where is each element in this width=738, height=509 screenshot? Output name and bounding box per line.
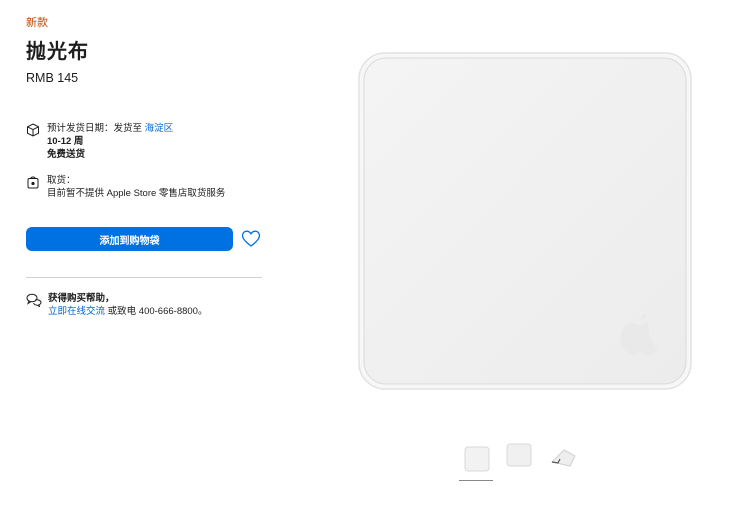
product-title: 抛光布 [26, 41, 89, 63]
pickup-label: 取货： [47, 175, 76, 186]
shipping-label: 预计发货日期：发货至 海淀区 [47, 122, 173, 135]
pickup-info: 取货： 目前暂不提供 Apple Store 零售店取货服务 [26, 174, 225, 200]
active-thumbnail-indicator [459, 480, 493, 481]
product-price: RMB 145 [26, 71, 79, 85]
box-icon [27, 123, 39, 137]
help-contact: 立即在线交流 或致电 400-666-8800。 [48, 305, 207, 318]
chat-icon [26, 293, 42, 307]
new-badge: 新款 [26, 17, 48, 29]
call-text: 或致电 400-666-8800。 [107, 306, 208, 317]
add-to-bag-button[interactable]: 添加到购物袋 [26, 227, 233, 251]
divider [26, 277, 262, 278]
pickup-detail: 目前暂不提供 Apple Store 零售店取货服务 [47, 188, 226, 199]
shipping-label-text: 预计发货日期：发货至 [47, 123, 143, 134]
thumbnail-3[interactable] [548, 442, 578, 472]
thumbnail-strip [458, 441, 588, 484]
shipping-info: 预计发货日期：发货至 海淀区 10-12 周 免费送货 [26, 122, 173, 161]
help-title: 获得购买帮助， [48, 293, 115, 304]
thumbnail-2[interactable] [504, 441, 534, 471]
shipping-time: 10-12 周 [47, 136, 84, 147]
heart-icon[interactable] [241, 229, 261, 249]
polishing-cloth-image [358, 52, 692, 390]
thumbnail-1[interactable] [462, 444, 492, 474]
chat-now-link[interactable]: 立即在线交流 [48, 306, 105, 317]
help-section: 获得购买帮助， 立即在线交流 或致电 400-666-8800。 [26, 292, 207, 318]
free-delivery: 免费送货 [47, 149, 86, 160]
store-bag-icon [27, 176, 39, 189]
location-link[interactable]: 海淀区 [145, 123, 174, 134]
